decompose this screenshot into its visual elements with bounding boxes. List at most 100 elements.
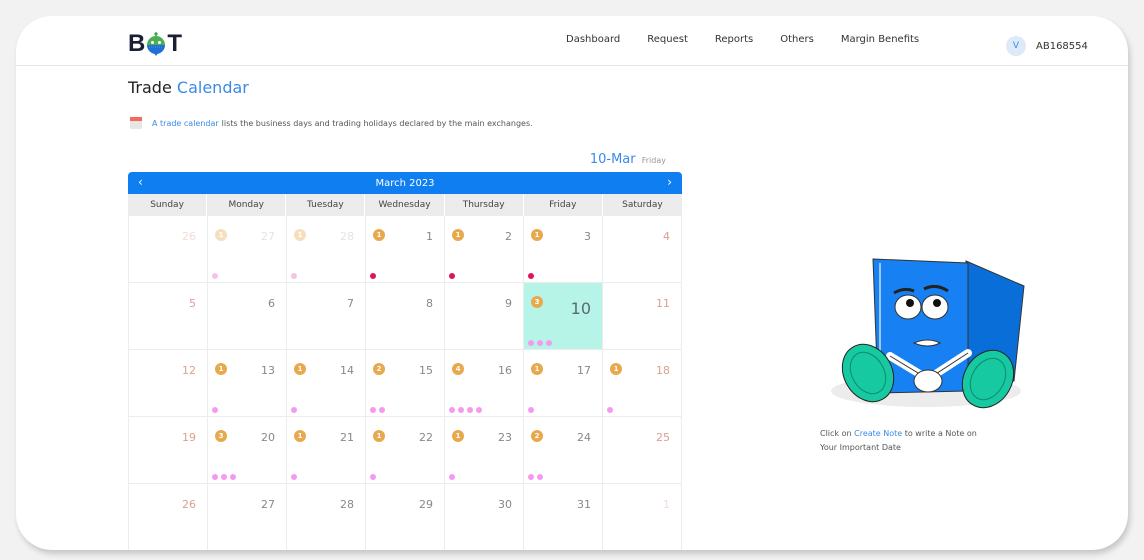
day-number: 12 bbox=[182, 364, 196, 377]
event-count-badge: 1 bbox=[373, 229, 385, 241]
calendar-grid: 26 1 27 1 28 1 1 1 2 1 3 4 5 6 7 8 9 3 10 11 12 1 13 1 14 2 15 4 16 1… bbox=[128, 216, 682, 550]
weekday-tuesday: Tuesday bbox=[286, 194, 366, 216]
calendar-day[interactable]: 31 bbox=[524, 484, 603, 550]
chevron-right-icon[interactable]: › bbox=[667, 175, 672, 189]
day-number: 10 bbox=[570, 299, 591, 318]
event-dot bbox=[528, 273, 534, 279]
calendar-day[interactable]: 1 22 bbox=[366, 417, 445, 484]
day-number: 24 bbox=[577, 431, 591, 444]
calendar-day[interactable]: 30 bbox=[445, 484, 524, 550]
event-dot bbox=[449, 273, 455, 279]
calendar-day[interactable]: 13 bbox=[524, 216, 603, 283]
event-count-badge: 1 bbox=[373, 430, 385, 442]
event-dot bbox=[370, 407, 376, 413]
day-number: 8 bbox=[426, 297, 433, 310]
day-number: 29 bbox=[419, 498, 433, 511]
event-dots bbox=[212, 407, 218, 413]
note-suffix: to write a Note on bbox=[904, 429, 977, 438]
info-text: lists the business days and trading holi… bbox=[221, 118, 533, 128]
user-id[interactable]: AB168554 bbox=[1036, 41, 1088, 52]
calendar-day[interactable]: 19 bbox=[129, 417, 208, 484]
calendar-day[interactable]: 1 27 bbox=[208, 216, 287, 283]
day-number: 21 bbox=[340, 431, 354, 444]
nav-margin-benefits[interactable]: Margin Benefits bbox=[841, 34, 919, 45]
day-number: 5 bbox=[189, 297, 196, 310]
selected-date: 10-Mar Friday bbox=[590, 152, 666, 167]
calendar-day[interactable]: 1 bbox=[603, 484, 682, 550]
page-title-plain: Trade bbox=[128, 78, 172, 97]
calendar-day[interactable]: 5 bbox=[129, 283, 208, 350]
event-count-badge: 1 bbox=[531, 363, 543, 375]
calendar-day[interactable]: 12 bbox=[445, 216, 524, 283]
calendar-day[interactable]: 1 18 bbox=[603, 350, 682, 417]
calendar-day[interactable]: 2 15 bbox=[366, 350, 445, 417]
event-dot bbox=[221, 474, 227, 480]
day-number: 4 bbox=[663, 230, 670, 243]
calendar-day[interactable]: 4 bbox=[603, 216, 682, 283]
calendar-day[interactable]: 1 17 bbox=[524, 350, 603, 417]
event-dot bbox=[370, 273, 376, 279]
trade-calendar-link[interactable]: A trade calendar bbox=[152, 119, 219, 128]
event-count-badge: 2 bbox=[373, 363, 385, 375]
event-dots bbox=[528, 474, 543, 480]
day-number: 22 bbox=[419, 431, 433, 444]
user-menu[interactable]: V AB168554 bbox=[1006, 36, 1088, 56]
brand-logo[interactable]: B T bbox=[128, 30, 182, 58]
nav-dashboard[interactable]: Dashboard bbox=[566, 34, 620, 45]
day-number: 28 bbox=[340, 498, 354, 511]
day-number: 20 bbox=[261, 431, 275, 444]
create-note-link[interactable]: Create Note bbox=[854, 429, 902, 438]
event-dot bbox=[607, 407, 613, 413]
weekday-friday: Friday bbox=[524, 194, 603, 216]
calendar-day[interactable]: 6 bbox=[208, 283, 287, 350]
create-note-hint: Click on Create Note to write a Note on … bbox=[820, 427, 977, 455]
event-dot bbox=[291, 474, 297, 480]
calendar-day[interactable]: 7 bbox=[287, 283, 366, 350]
event-dot bbox=[212, 407, 218, 413]
event-dots bbox=[212, 474, 236, 480]
event-dot bbox=[528, 340, 534, 346]
calendar-day[interactable]: 9 bbox=[445, 283, 524, 350]
day-number: 18 bbox=[656, 364, 670, 377]
calendar-day[interactable]: 25 bbox=[603, 417, 682, 484]
event-count-badge: 1 bbox=[215, 363, 227, 375]
calendar-day[interactable]: 1 21 bbox=[287, 417, 366, 484]
event-dot bbox=[370, 474, 376, 480]
calendar-day[interactable]: 29 bbox=[366, 484, 445, 550]
calendar-day[interactable]: 1 23 bbox=[445, 417, 524, 484]
calendar-day[interactable]: 4 16 bbox=[445, 350, 524, 417]
event-dot bbox=[476, 407, 482, 413]
calendar-day[interactable]: 1 14 bbox=[287, 350, 366, 417]
calendar-day[interactable]: 11 bbox=[603, 283, 682, 350]
calendar-header: ‹ March 2023 › bbox=[128, 172, 682, 194]
event-dot bbox=[449, 407, 455, 413]
calendar-day[interactable]: 27 bbox=[208, 484, 287, 550]
day-number: 27 bbox=[261, 498, 275, 511]
calendar-day[interactable]: 3 20 bbox=[208, 417, 287, 484]
weekday-sunday: Sunday bbox=[128, 194, 208, 216]
calendar-day[interactable]: 28 bbox=[287, 484, 366, 550]
event-dot bbox=[449, 474, 455, 480]
calendar-day[interactable]: 11 bbox=[366, 216, 445, 283]
calendar-day[interactable]: 1 28 bbox=[287, 216, 366, 283]
day-number: 26 bbox=[182, 230, 196, 243]
avatar[interactable]: V bbox=[1006, 36, 1026, 56]
nav-request[interactable]: Request bbox=[647, 34, 688, 45]
event-count-badge: 1 bbox=[452, 229, 464, 241]
calendar-day[interactable]: 26 bbox=[129, 484, 208, 550]
nav-others[interactable]: Others bbox=[780, 34, 814, 45]
calendar-day[interactable]: 12 bbox=[129, 350, 208, 417]
calendar-day[interactable]: 8 bbox=[366, 283, 445, 350]
calendar-day[interactable]: 1 13 bbox=[208, 350, 287, 417]
day-number: 25 bbox=[656, 431, 670, 444]
chevron-left-icon[interactable]: ‹ bbox=[138, 175, 143, 189]
weekday-thursday: Thursday bbox=[445, 194, 524, 216]
nav-reports[interactable]: Reports bbox=[715, 34, 753, 45]
calendar-day[interactable]: 2 24 bbox=[524, 417, 603, 484]
calendar-day[interactable]: 26 bbox=[129, 216, 208, 283]
event-count-badge: 1 bbox=[452, 430, 464, 442]
event-dots bbox=[528, 273, 534, 279]
day-number: 3 bbox=[584, 230, 591, 243]
event-count-badge: 1 bbox=[294, 363, 306, 375]
calendar-day-today[interactable]: 3 10 bbox=[524, 283, 603, 350]
